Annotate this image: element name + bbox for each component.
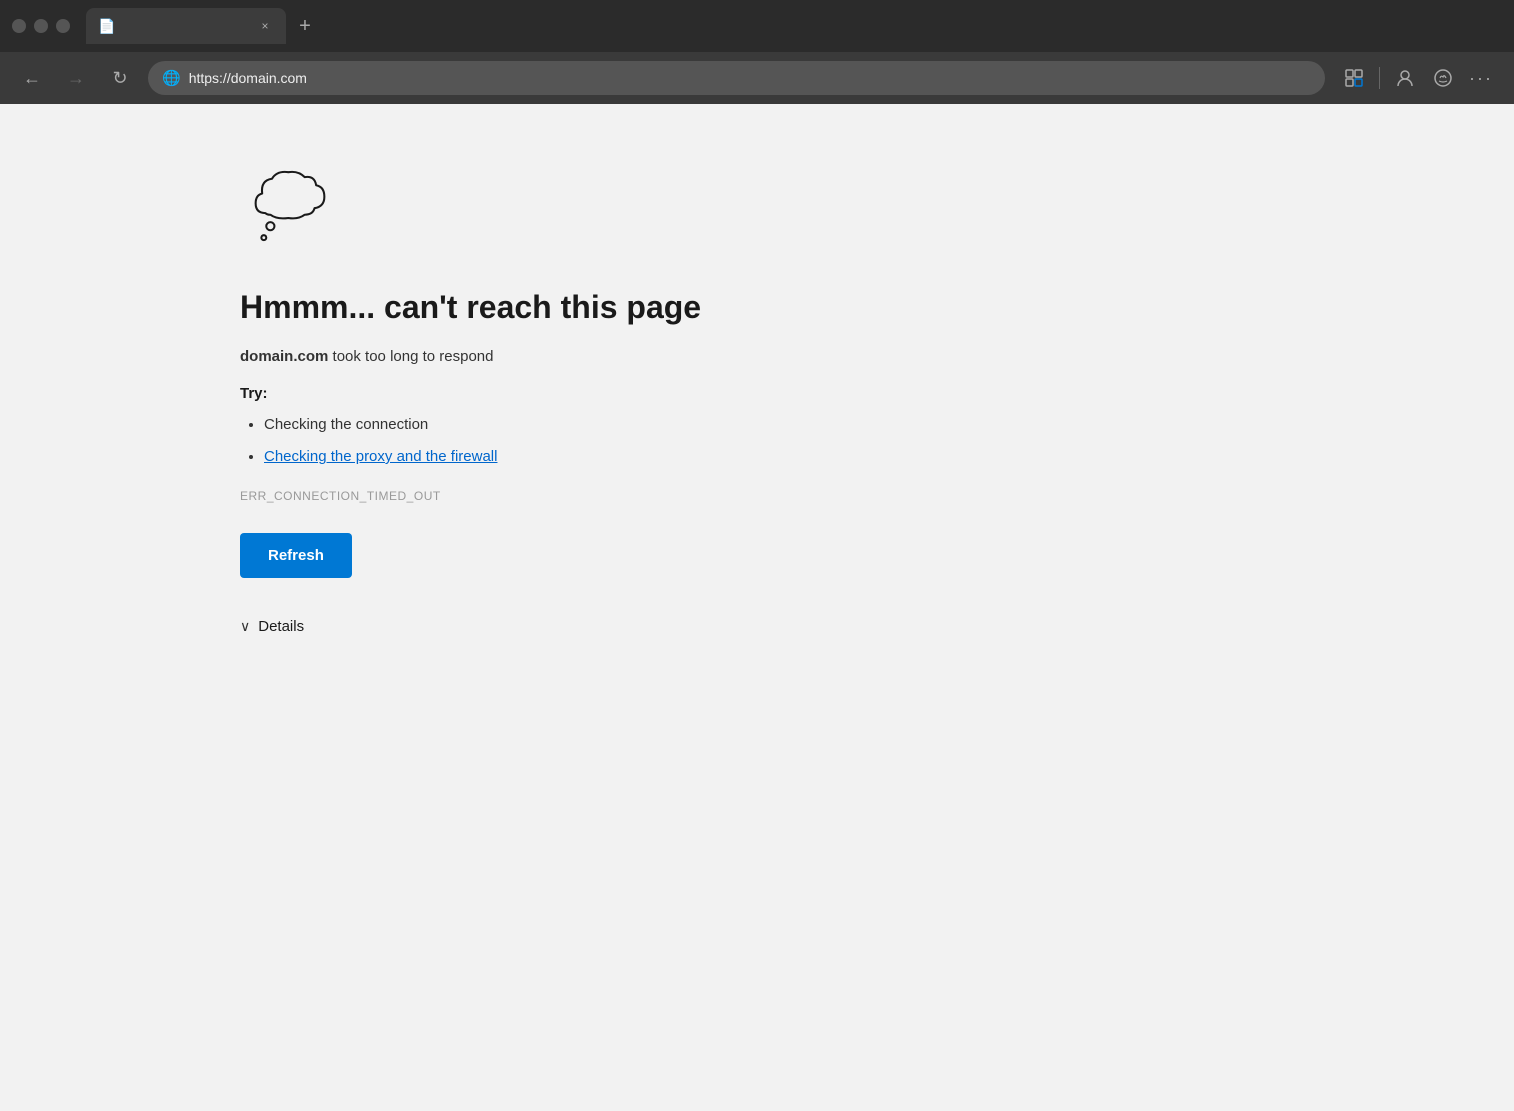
error-subtitle-suffix: took too long to respond	[328, 348, 493, 365]
favorites-button[interactable]	[1426, 61, 1460, 95]
chevron-down-icon: ∨	[240, 618, 250, 635]
profile-button[interactable]	[1388, 61, 1422, 95]
traffic-light-maximize[interactable]	[56, 19, 70, 33]
back-button[interactable]: ←	[16, 62, 48, 94]
tab-bar: 📄 × +	[86, 0, 1502, 52]
error-subtitle: domain.com took too long to respond	[240, 346, 940, 369]
globe-icon: 🌐	[162, 69, 181, 87]
error-domain: domain.com	[240, 348, 328, 365]
nav-right-buttons: ···	[1337, 61, 1498, 95]
suggestion-2-link[interactable]: Checking the proxy and the firewall	[264, 448, 497, 465]
refresh-button[interactable]: Refresh	[240, 533, 352, 578]
suggestions-list: Checking the connection Checking the pro…	[240, 414, 940, 469]
forward-button[interactable]: →	[60, 62, 92, 94]
suggestion-2: Checking the proxy and the firewall	[264, 446, 940, 469]
settings-menu-button[interactable]: ···	[1464, 61, 1498, 95]
titlebar: 📄 × +	[0, 0, 1514, 52]
error-code: ERR_CONNECTION_TIMED_OUT	[240, 489, 940, 503]
details-row[interactable]: ∨ Details	[240, 618, 940, 635]
extensions-button[interactable]	[1337, 61, 1371, 95]
navbar: ← → ↻ 🌐	[0, 52, 1514, 104]
suggestion-1: Checking the connection	[264, 414, 940, 437]
thought-bubble-icon	[240, 164, 940, 259]
address-bar-container: 🌐	[148, 61, 1325, 95]
reload-button[interactable]: ↻	[104, 62, 136, 94]
nav-divider	[1379, 67, 1380, 89]
traffic-light-minimize[interactable]	[34, 19, 48, 33]
traffic-lights	[12, 19, 70, 33]
details-label: Details	[258, 618, 304, 635]
browser-tab[interactable]: 📄 ×	[86, 8, 286, 44]
address-bar[interactable]	[189, 70, 1311, 86]
error-page: Hmmm... can't reach this page domain.com…	[0, 104, 1514, 1111]
tab-page-icon: 📄	[98, 18, 115, 35]
error-container: Hmmm... can't reach this page domain.com…	[240, 164, 940, 635]
traffic-light-close[interactable]	[12, 19, 26, 33]
try-label: Try:	[240, 385, 940, 402]
tab-close-button[interactable]: ×	[256, 17, 274, 35]
new-tab-button[interactable]: +	[290, 11, 320, 41]
suggestion-1-text: Checking the connection	[264, 416, 428, 433]
error-title: Hmmm... can't reach this page	[240, 289, 940, 326]
